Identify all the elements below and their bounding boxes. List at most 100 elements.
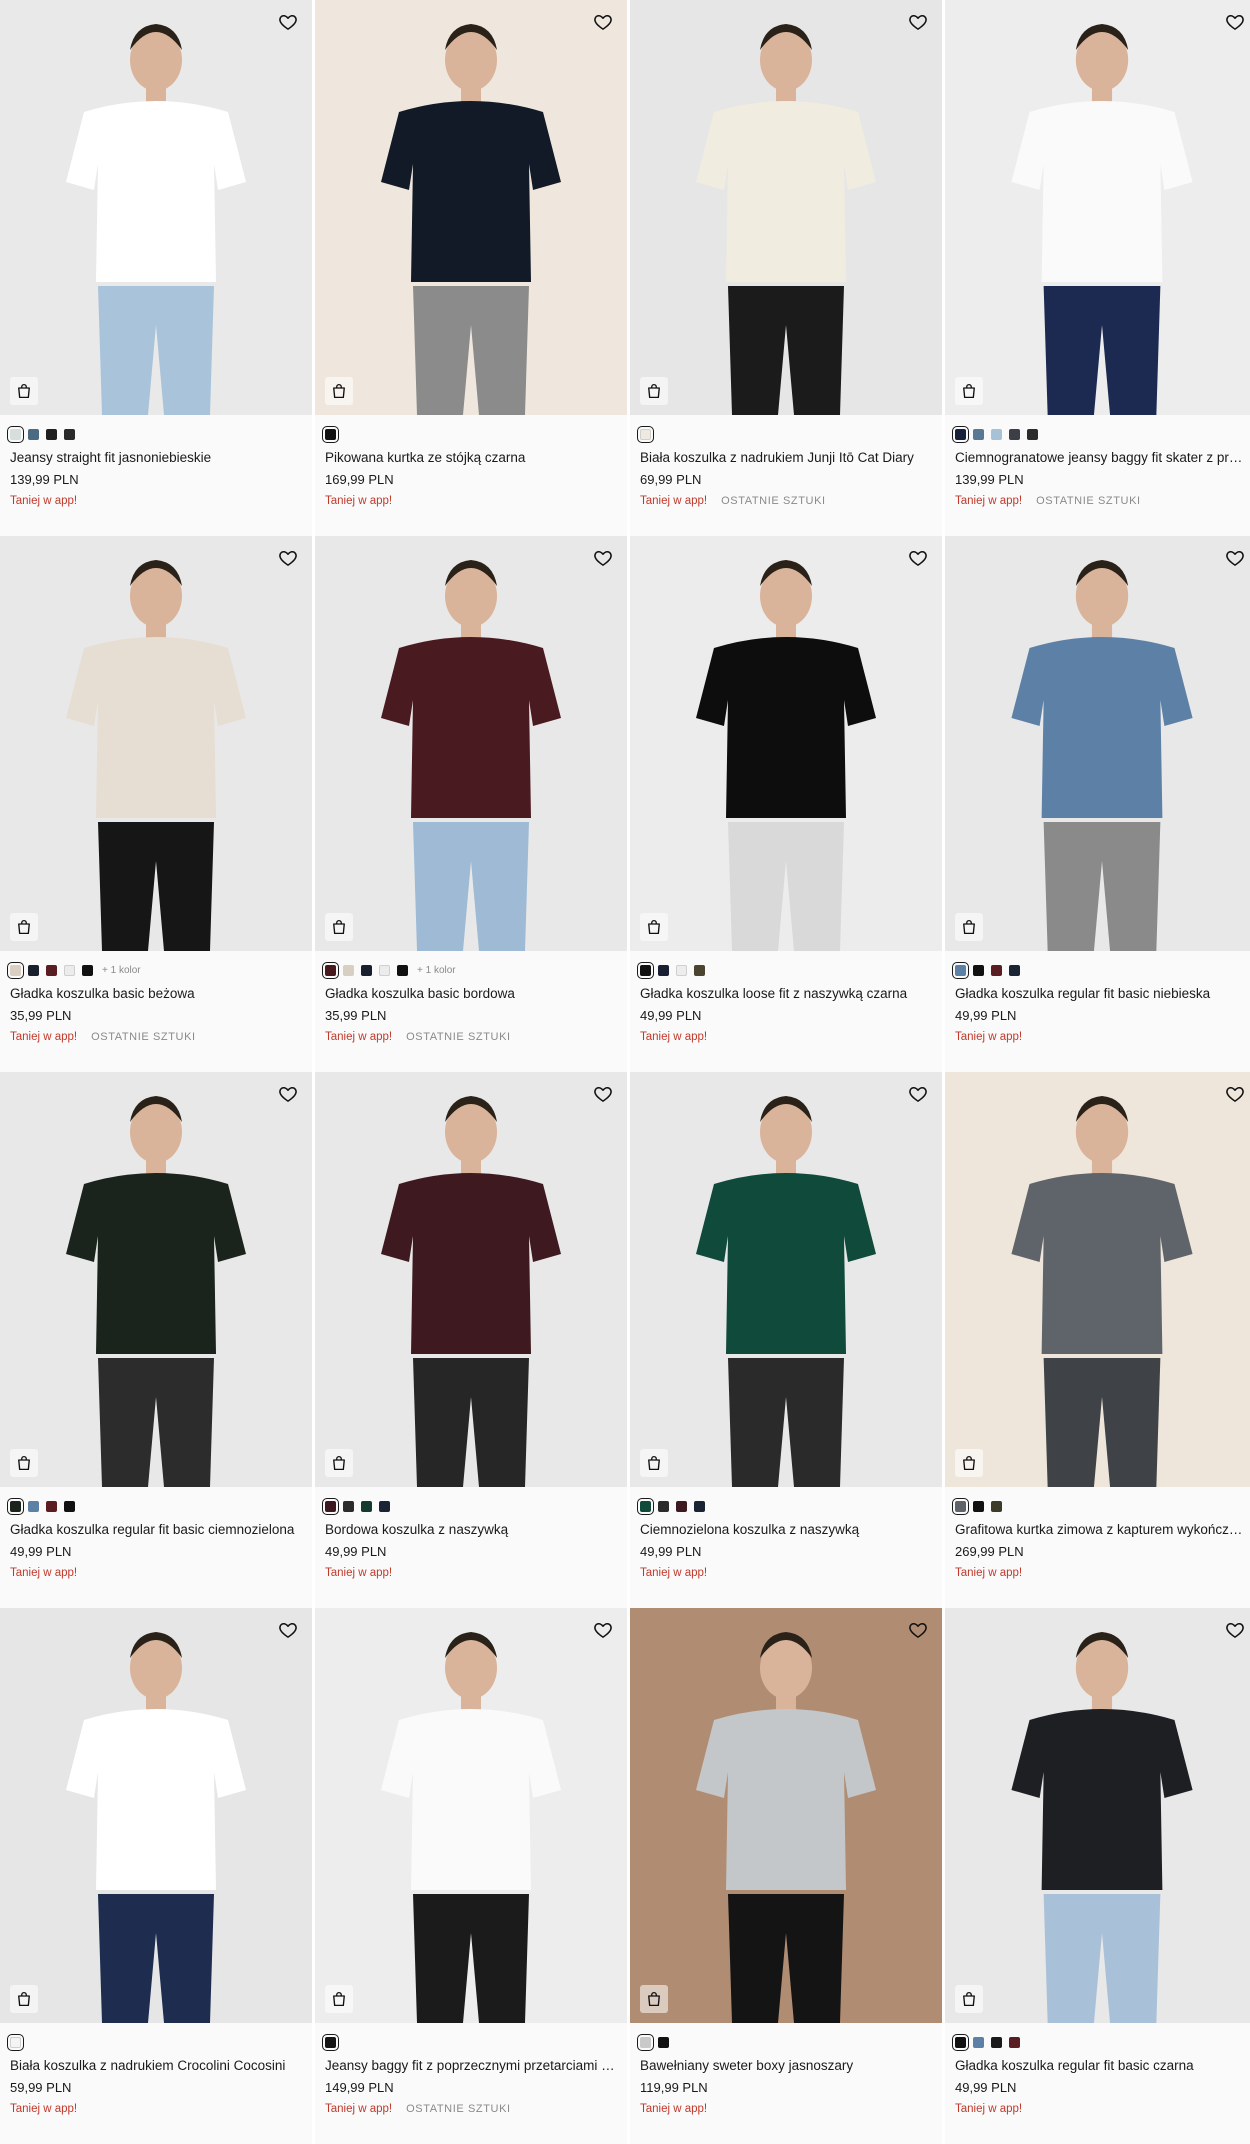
product-name[interactable]: Gładka koszulka basic bordowa <box>325 985 617 1003</box>
heart-icon[interactable] <box>591 1082 615 1106</box>
color-swatch[interactable] <box>637 2033 654 2051</box>
product-card[interactable]: + 1 kolor Gładka koszulka basic bordowa 35… <box>315 536 627 1072</box>
product-card[interactable]: Ciemnozielona koszulka z naszywką 49,99 P… <box>630 1072 942 1608</box>
product-image[interactable] <box>0 1072 312 1487</box>
product-name[interactable]: Biała koszulka z nadrukiem Junji Itō Cat… <box>640 449 932 467</box>
product-card[interactable]: Biała koszulka z nadrukiem Crocolini Coc… <box>0 1608 312 2144</box>
color-swatch[interactable] <box>637 1497 654 1515</box>
shopping-bag-icon[interactable] <box>955 377 983 405</box>
product-image[interactable] <box>0 536 312 951</box>
product-image[interactable] <box>630 536 942 951</box>
product-image[interactable] <box>315 536 627 951</box>
product-card[interactable]: Ciemnogranatowe jeansy baggy fit skater … <box>945 0 1250 536</box>
shopping-bag-icon[interactable] <box>640 377 668 405</box>
color-swatch[interactable] <box>7 1497 24 1515</box>
product-card[interactable]: Biała koszulka z nadrukiem Junji Itō Cat… <box>630 0 942 536</box>
color-swatch[interactable] <box>379 964 390 976</box>
product-card[interactable]: Jeansy straight fit jasnoniebieskie 139,9… <box>0 0 312 536</box>
product-image[interactable] <box>945 1072 1250 1487</box>
shopping-bag-icon[interactable] <box>640 1985 668 2013</box>
color-swatch[interactable] <box>952 2033 969 2051</box>
color-swatch[interactable] <box>322 425 339 443</box>
color-swatch[interactable] <box>991 428 1002 440</box>
product-name[interactable]: Gładka koszulka regular fit basic niebie… <box>955 985 1249 1003</box>
product-card[interactable]: Bordowa koszulka z naszywką 49,99 PLN Tani… <box>315 1072 627 1608</box>
color-swatch[interactable] <box>991 1500 1002 1512</box>
product-name[interactable]: Ciemnogranatowe jeansy baggy fit skater … <box>955 449 1249 467</box>
product-image[interactable] <box>945 536 1250 951</box>
product-name[interactable]: Grafitowa kurtka zimowa z kapturem wykoń… <box>955 1521 1249 1539</box>
product-name[interactable]: Jeansy baggy fit z poprzecznymi przetarc… <box>325 2057 617 2075</box>
color-swatch[interactable] <box>28 1500 39 1512</box>
color-swatch[interactable] <box>343 1500 354 1512</box>
color-swatch[interactable] <box>64 428 75 440</box>
shopping-bag-icon[interactable] <box>640 1449 668 1477</box>
color-swatch[interactable] <box>676 964 687 976</box>
product-name[interactable]: Pikowana kurtka ze stójką czarna <box>325 449 617 467</box>
color-swatch[interactable] <box>322 961 339 979</box>
color-swatch[interactable] <box>658 964 669 976</box>
color-swatch[interactable] <box>343 964 354 976</box>
color-swatch[interactable] <box>361 1500 372 1512</box>
product-name[interactable]: Gładka koszulka regular fit basic ciemno… <box>10 1521 302 1539</box>
color-swatch[interactable] <box>7 961 24 979</box>
color-swatch[interactable] <box>637 961 654 979</box>
heart-icon[interactable] <box>906 10 930 34</box>
product-card[interactable]: Gładka koszulka loose fit z naszywką cza… <box>630 536 942 1072</box>
color-swatch[interactable] <box>694 1500 705 1512</box>
shopping-bag-icon[interactable] <box>10 1985 38 2013</box>
color-swatch[interactable] <box>322 2033 339 2051</box>
product-card[interactable]: Grafitowa kurtka zimowa z kapturem wykoń… <box>945 1072 1250 1608</box>
color-swatch[interactable] <box>322 1497 339 1515</box>
product-image[interactable] <box>315 1072 627 1487</box>
product-name[interactable]: Biała koszulka z nadrukiem Crocolini Coc… <box>10 2057 302 2075</box>
product-image[interactable] <box>315 0 627 415</box>
color-swatch[interactable] <box>952 961 969 979</box>
color-swatch[interactable] <box>973 1500 984 1512</box>
color-swatch[interactable] <box>1027 428 1038 440</box>
product-name[interactable]: Gładka koszulka loose fit z naszywką cza… <box>640 985 932 1003</box>
product-name[interactable]: Bawełniany sweter boxy jasnoszary <box>640 2057 932 2075</box>
shopping-bag-icon[interactable] <box>325 1449 353 1477</box>
color-swatch[interactable] <box>46 428 57 440</box>
heart-icon[interactable] <box>591 10 615 34</box>
color-swatch[interactable] <box>973 428 984 440</box>
color-swatch[interactable] <box>676 1500 687 1512</box>
heart-icon[interactable] <box>276 546 300 570</box>
product-card[interactable]: Gładka koszulka regular fit basic czarna… <box>945 1608 1250 2144</box>
shopping-bag-icon[interactable] <box>955 1985 983 2013</box>
color-swatch[interactable] <box>991 2036 1002 2048</box>
heart-icon[interactable] <box>276 1082 300 1106</box>
shopping-bag-icon[interactable] <box>325 913 353 941</box>
color-swatch[interactable] <box>64 1500 75 1512</box>
product-image[interactable] <box>630 1072 942 1487</box>
color-swatch[interactable] <box>658 2036 669 2048</box>
color-swatch[interactable] <box>952 425 969 443</box>
color-swatch[interactable] <box>7 425 24 443</box>
color-swatch[interactable] <box>637 425 654 443</box>
color-swatch[interactable] <box>46 1500 57 1512</box>
shopping-bag-icon[interactable] <box>640 913 668 941</box>
product-card[interactable]: Jeansy baggy fit z poprzecznymi przetarc… <box>315 1608 627 2144</box>
color-swatch[interactable] <box>991 964 1002 976</box>
product-card[interactable]: Pikowana kurtka ze stójką czarna 169,99 P… <box>315 0 627 536</box>
product-name[interactable]: Ciemnozielona koszulka z naszywką <box>640 1521 932 1539</box>
color-swatch[interactable] <box>28 964 39 976</box>
color-swatch[interactable] <box>46 964 57 976</box>
color-swatch[interactable] <box>28 428 39 440</box>
shopping-bag-icon[interactable] <box>10 377 38 405</box>
product-image[interactable] <box>945 1608 1250 2023</box>
color-swatch[interactable] <box>973 2036 984 2048</box>
color-swatch[interactable] <box>1009 2036 1020 2048</box>
heart-icon[interactable] <box>591 546 615 570</box>
color-swatch[interactable] <box>1009 964 1020 976</box>
product-image[interactable] <box>630 1608 942 2023</box>
shopping-bag-icon[interactable] <box>325 377 353 405</box>
product-image[interactable] <box>630 0 942 415</box>
color-swatch[interactable] <box>7 2033 24 2051</box>
color-swatch[interactable] <box>361 964 372 976</box>
color-swatch[interactable] <box>397 964 408 976</box>
heart-icon[interactable] <box>906 1082 930 1106</box>
product-name[interactable]: Bordowa koszulka z naszywką <box>325 1521 617 1539</box>
product-name[interactable]: Jeansy straight fit jasnoniebieskie <box>10 449 302 467</box>
